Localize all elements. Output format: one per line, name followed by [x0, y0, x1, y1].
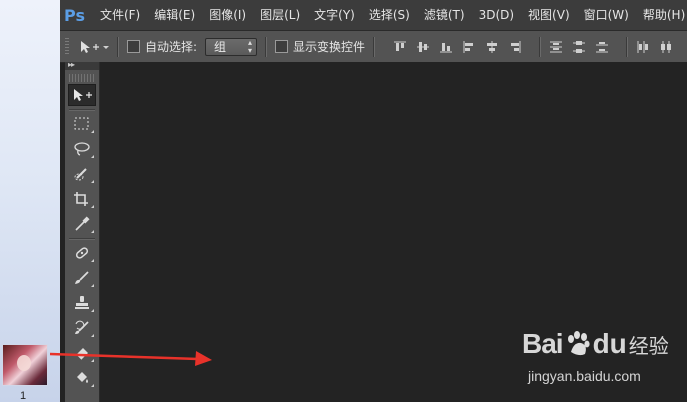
align-bottom-edges-icon[interactable] [439, 40, 453, 54]
show-transform-checkbox[interactable] [275, 40, 289, 53]
show-transform-label: 显示变换控件 [293, 40, 366, 54]
image-thumbnail-face [17, 355, 31, 371]
annotation-arrow-icon [50, 351, 212, 366]
menu-view[interactable]: 视图(V) [521, 0, 577, 30]
menu-help[interactable]: 帮助(H) [636, 0, 687, 30]
align-vertical-centers-icon[interactable] [416, 40, 430, 54]
menu-file[interactable]: 文件(F) [93, 0, 147, 30]
distribute-bottom-edges-icon[interactable] [595, 40, 609, 54]
menu-bar: Ps 文件(F) 编辑(E) 图像(I) 图层(L) 文字(Y) 选择(S) 滤… [60, 0, 687, 30]
align-right-edges-icon[interactable] [508, 40, 522, 54]
tool-flyout-indicator [91, 205, 94, 208]
distribute-horizontal-centers-icon[interactable] [659, 40, 673, 54]
quick-selection-icon [74, 168, 87, 181]
eyedropper-icon [75, 216, 90, 231]
collapse-panel-icon[interactable]: ▸▸ [68, 60, 75, 69]
crop-tool[interactable] [68, 188, 96, 210]
tool-flyout-indicator [91, 130, 94, 133]
history-brush-tool[interactable] [68, 317, 96, 339]
move-tool[interactable] [68, 84, 96, 106]
distribute-vertical-centers-icon[interactable] [572, 40, 586, 54]
baidu-paw-icon [567, 331, 590, 356]
eyedropper-tool[interactable] [68, 213, 96, 235]
marquee-tool[interactable] [68, 113, 96, 135]
tool-flyout-indicator [91, 230, 94, 233]
options-separator [265, 36, 268, 57]
history-brush-icon [75, 320, 89, 334]
auto-select-dropdown[interactable]: 组 ▴ ▾ [205, 37, 258, 56]
tools-separator [69, 238, 95, 240]
auto-select-value: 组 [214, 40, 227, 54]
brush-icon [75, 271, 89, 284]
crop-icon [74, 192, 88, 206]
auto-select-label: 自动选择: [145, 40, 198, 54]
watermark-jingyan: 经验 [628, 333, 669, 358]
marquee-icon [74, 117, 89, 130]
watermark-du: du [592, 328, 627, 359]
desktop-icon-label: 1 [20, 390, 27, 402]
align-left-edges-icon[interactable] [462, 40, 476, 54]
tools-separator [69, 109, 95, 111]
move-icon [74, 89, 92, 101]
menu-select[interactable]: 选择(S) [362, 0, 417, 30]
brush-tool[interactable] [68, 267, 96, 289]
dropdown-updown-icon: ▴ ▾ [248, 37, 253, 55]
options-separator [117, 36, 119, 57]
move-tool-preset-icon [81, 40, 109, 53]
menu-image[interactable]: 图像(I) [202, 0, 253, 30]
options-separator [626, 36, 629, 57]
screenshot: 1 Ps 文件(F) 编辑(E) 图像(I) 图层(L) 文字(Y) 选择(S)… [0, 0, 687, 402]
menu-3d[interactable]: 3D(D) [472, 0, 521, 30]
tool-flyout-indicator [91, 309, 94, 312]
clone-stamp-tool[interactable] [68, 292, 96, 314]
lasso-tool[interactable] [68, 138, 96, 160]
quick-selection-tool[interactable] [68, 163, 96, 185]
tools-panel-grip[interactable] [69, 74, 95, 82]
options-bar: 自动选择: 组 ▴ ▾ 显示变换控件 [60, 30, 687, 63]
tool-preset-picker[interactable] [79, 40, 109, 54]
healing-brush-icon [75, 247, 89, 259]
paint-bucket-icon [77, 372, 88, 383]
healing-brush-tool[interactable] [68, 242, 96, 264]
tool-flyout-indicator [91, 155, 94, 158]
distribute-left-edges-icon[interactable] [636, 40, 650, 54]
align-top-edges-icon[interactable] [393, 40, 407, 54]
menu-filter[interactable]: 滤镜(T) [417, 0, 472, 30]
paint-bucket-tool[interactable] [68, 367, 96, 389]
tool-flyout-indicator [91, 284, 94, 287]
desktop-image-icon[interactable] [2, 344, 48, 386]
distribute-top-edges-icon[interactable] [549, 40, 563, 54]
ps-logo: Ps [64, 5, 85, 25]
tools-panel-header[interactable]: ▸▸ [65, 60, 99, 70]
tool-flyout-indicator [91, 259, 94, 262]
tool-flyout-indicator [91, 384, 94, 387]
baidu-jingyan-watermark: Bai du 经验 jingyan.baidu.com [522, 328, 682, 388]
tool-flyout-indicator [91, 180, 94, 183]
clone-stamp-icon [75, 296, 89, 309]
watermark-url: jingyan.baidu.com [528, 368, 641, 384]
align-buttons [393, 36, 682, 57]
align-horizontal-centers-icon[interactable] [485, 40, 499, 54]
options-separator [373, 36, 376, 57]
watermark-bai: Bai [522, 328, 564, 359]
watermark-brand: Bai du 经验 [522, 328, 669, 360]
options-bar-grip[interactable] [65, 37, 69, 56]
menu-window[interactable]: 窗口(W) [577, 0, 636, 30]
menu-layer[interactable]: 图层(L) [253, 0, 307, 30]
lasso-icon [74, 142, 90, 156]
tool-flyout-indicator [91, 334, 94, 337]
auto-select-checkbox[interactable] [127, 40, 140, 53]
menu-type[interactable]: 文字(Y) [307, 0, 362, 30]
menu-edit[interactable]: 编辑(E) [147, 0, 202, 30]
options-separator [539, 36, 542, 57]
